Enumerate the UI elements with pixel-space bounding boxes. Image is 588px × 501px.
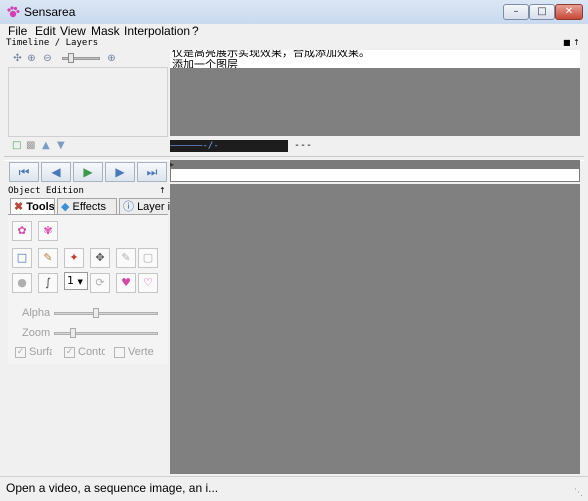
first-frame-button[interactable]: ⏮ — [9, 162, 39, 182]
object-edition-header: Object Edition — [8, 186, 84, 196]
frame-scrubber[interactable] — [170, 168, 580, 182]
alpha-label: Alpha — [22, 307, 51, 319]
clear-icon[interactable]: ▢ — [138, 248, 158, 268]
paw-icon — [7, 6, 20, 18]
heart-eraser-icon[interactable]: ♡ — [138, 273, 158, 293]
tab-layer-info[interactable]: ⓘ Layer info — [119, 198, 174, 215]
previous-frame-button[interactable]: ◀ — [41, 162, 71, 182]
brush-size-value: 1 — [67, 274, 74, 287]
tab-effects[interactable]: ◆ Effects — [57, 198, 117, 215]
menu-mask[interactable]: Mask — [91, 24, 120, 39]
select-rect-icon[interactable]: □ — [12, 248, 32, 268]
tab-tools[interactable]: ✖ Tools — [10, 198, 55, 215]
timeline-panel-header: Timeline / Layers — [6, 38, 99, 48]
menu-interpolation[interactable]: Interpolation — [124, 24, 190, 39]
magic-select-icon[interactable]: ✦ — [64, 248, 84, 268]
zoom-label: Zoom — [22, 327, 51, 339]
lasso-icon[interactable]: ✎ — [38, 248, 58, 268]
zoom-in-icon[interactable]: ⊕ — [26, 53, 37, 64]
move-icon[interactable]: ✥ — [90, 248, 110, 268]
menu-edit[interactable]: Edit — [35, 24, 56, 39]
pin-icon[interactable]: ↑ — [159, 186, 166, 195]
target-icon[interactable]: ✣ — [12, 53, 23, 64]
delete-layer-icon[interactable]: ▩ — [26, 140, 37, 151]
timeline-annotation: 仅是高亮展示实现效果，合成添加效果。 添加一个图层 — [170, 50, 580, 68]
effects-icon: ◆ — [61, 201, 70, 213]
zoom-slider-thumb[interactable] — [70, 328, 76, 338]
layer-track[interactable]: ——————-/- — [170, 140, 288, 152]
next-frame-button[interactable]: ▶ — [105, 162, 135, 182]
frame-strip[interactable] — [170, 160, 580, 168]
maximize-button[interactable]: □ — [529, 4, 555, 20]
minimize-button[interactable]: – — [503, 4, 529, 20]
tools-icon: ✖ — [14, 201, 24, 213]
paint-brush-icon[interactable]: ✿ — [12, 221, 32, 241]
window-title: Sensarea — [24, 5, 76, 19]
move-up-icon[interactable]: ▲ — [42, 140, 53, 151]
info-icon: ⓘ — [123, 201, 134, 213]
timeline-zoom-slider-thumb[interactable] — [68, 53, 74, 63]
curve-tool-icon[interactable]: ∫ — [38, 273, 58, 293]
panel-pin-buttons[interactable]: ■ ↑ — [563, 38, 580, 47]
menu-file[interactable]: File — [8, 24, 27, 39]
zoom-out-icon[interactable]: ⊖ — [42, 53, 53, 64]
add-layer-icon[interactable]: □ — [12, 140, 23, 151]
refresh-icon[interactable]: ⟳ — [90, 273, 110, 293]
contour-checkbox[interactable]: ✓ — [64, 347, 75, 358]
vertex-label: Vertex — [128, 346, 154, 358]
left-panel-empty — [8, 364, 168, 474]
tab-label: Tools — [26, 201, 55, 213]
tab-label: Layer info — [137, 201, 173, 213]
status-text: Open a video, a sequence image, an i... — [6, 481, 219, 495]
play-button[interactable]: ▶ — [73, 162, 103, 182]
vertex-checkbox[interactable] — [114, 347, 125, 358]
contour-label: Contour — [78, 346, 105, 358]
title-bar — [0, 0, 588, 25]
brush-size-select[interactable]: 1 ▼ — [64, 272, 88, 290]
menu-bar: File Edit View Mask Interpolation ? — [0, 24, 588, 39]
close-button[interactable]: ✕ — [555, 4, 583, 20]
object-edition-tabs: ✖ Tools ◆ Effects ⓘ Layer info — [8, 198, 174, 215]
last-frame-button[interactable]: ⏭ — [137, 162, 167, 182]
tab-label: Effects — [72, 201, 106, 213]
video-canvas[interactable] — [170, 184, 580, 474]
alpha-slider[interactable] — [54, 312, 158, 315]
zoom-fit-icon[interactable]: ⊕ — [106, 53, 117, 64]
menu-view[interactable]: View — [60, 24, 86, 39]
small-brush-icon[interactable]: ✾ — [38, 221, 58, 241]
surface-label: Surface — [29, 346, 52, 358]
heart-brush-icon[interactable]: ♥ — [116, 273, 136, 293]
track-placeholder: --- — [294, 140, 313, 151]
annotation-line-2: 添加一个图层 — [172, 58, 238, 68]
resize-grip-icon[interactable]: ⋱ — [574, 488, 583, 498]
tools-panel: ✿ ✾ □ ✎ ✦ ✥ ✎ ▢ ● ∫ ⟳ ♥ ♡ — [8, 214, 168, 365]
menu-help[interactable]: ? — [192, 24, 199, 39]
circle-tool-icon[interactable]: ● — [12, 273, 32, 293]
layers-list[interactable] — [8, 67, 168, 137]
surface-checkbox[interactable]: ✓ — [15, 347, 26, 358]
alpha-slider-thumb[interactable] — [93, 308, 99, 318]
move-down-icon[interactable]: ▼ — [57, 140, 68, 151]
chevron-down-icon: ▼ — [77, 278, 83, 286]
wand-icon[interactable]: ✎ — [116, 248, 136, 268]
